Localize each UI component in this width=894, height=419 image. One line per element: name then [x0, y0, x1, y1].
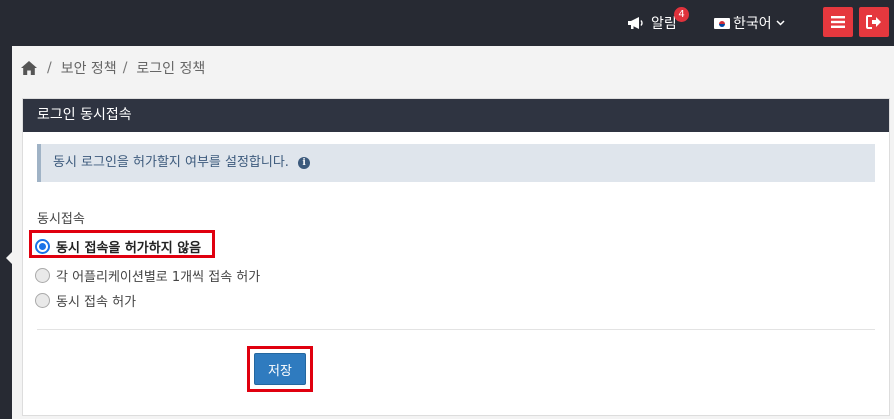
- breadcrumb-separator: /: [47, 60, 52, 76]
- info-icon: i: [298, 156, 311, 169]
- breadcrumb: / 보안 정책 / 로그인 정책: [21, 58, 205, 78]
- top-navbar: 알림 4 한국어: [0, 0, 894, 46]
- megaphone-icon: [628, 17, 643, 29]
- breadcrumb-item-security-policy[interactable]: 보안 정책: [61, 58, 117, 78]
- korea-flag-icon: [714, 17, 730, 29]
- alarm-label: 알림: [651, 16, 677, 32]
- alarm-button[interactable]: 알림 4: [627, 7, 689, 33]
- highlight-box: [29, 230, 215, 258]
- breadcrumb-separator: /: [122, 60, 128, 76]
- language-label: 한국어: [733, 16, 772, 32]
- language-selector[interactable]: 한국어: [714, 13, 785, 33]
- sidebar-collapsed: [0, 46, 13, 419]
- logout-button[interactable]: [859, 7, 889, 37]
- radio-option-allow[interactable]: 동시 접속 허가: [35, 291, 136, 310]
- radio-option-per-app[interactable]: 각 어플리케이션별로 1개씩 접속 허가: [35, 266, 260, 285]
- concurrency-field-label: 동시접속: [37, 212, 85, 227]
- main-content: / 보안 정책 / 로그인 정책 로그인 동시접속 동시 로그인을 허가할지 여…: [12, 46, 894, 419]
- menu-button[interactable]: [823, 7, 853, 37]
- info-alert: 동시 로그인을 허가할지 여부를 설정합니다. i: [37, 144, 875, 182]
- save-button[interactable]: 저장: [254, 353, 306, 385]
- radio-button[interactable]: [35, 293, 50, 308]
- radio-button[interactable]: [35, 268, 50, 283]
- home-icon[interactable]: [21, 61, 37, 75]
- info-text: 동시 로그인을 허가할지 여부를 설정합니다.: [53, 155, 289, 170]
- radio-label: 각 어플리케이션별로 1개씩 접속 허가: [56, 270, 261, 285]
- menu-icon: [831, 16, 845, 28]
- radio-label: 동시 접속 허가: [56, 295, 137, 310]
- panel-title: 로그인 동시접속: [23, 99, 889, 132]
- login-concurrency-panel: 로그인 동시접속 동시 로그인을 허가할지 여부를 설정합니다. i 동시접속 …: [22, 98, 890, 416]
- logout-icon: [866, 15, 881, 29]
- form-divider: [37, 329, 875, 330]
- breadcrumb-item-login-policy: 로그인 정책: [136, 61, 206, 77]
- chevron-down-icon: [776, 20, 785, 26]
- alarm-count-badge: 4: [674, 7, 689, 22]
